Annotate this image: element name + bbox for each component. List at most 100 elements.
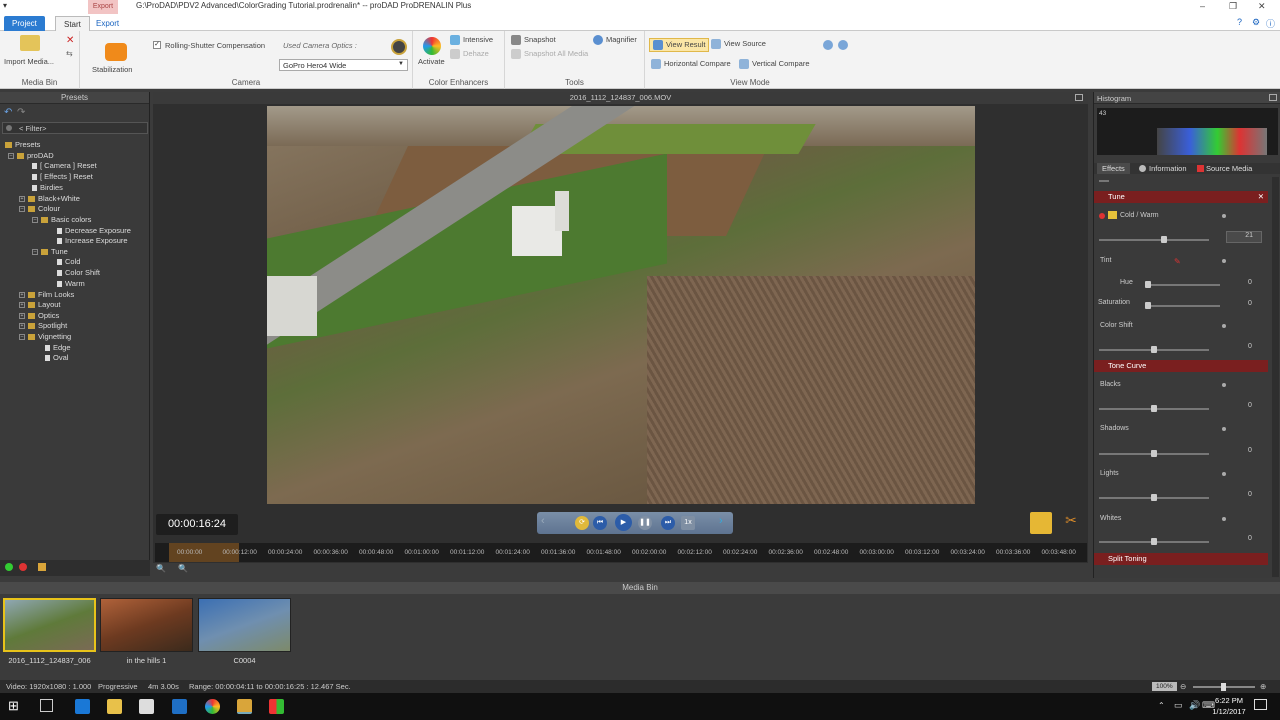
tree-item-layout[interactable]: + Layout	[19, 300, 61, 310]
zoom-in-icon[interactable]	[823, 40, 833, 50]
media-options-icon[interactable]: ⇆	[66, 49, 73, 58]
export-highlight-tab[interactable]: Export	[88, 0, 118, 14]
tree-item-basic-colors[interactable]: – Basic colors	[32, 215, 91, 225]
add-preset-icon[interactable]	[5, 563, 13, 571]
tab-export[interactable]: Export	[88, 16, 127, 31]
tree-item-spotlight[interactable]: + Spotlight	[19, 321, 67, 331]
cold-warm-knob[interactable]	[1161, 236, 1167, 243]
edge-icon[interactable]	[75, 699, 90, 714]
whites-slider[interactable]	[1099, 538, 1209, 545]
histogram-maximize-icon[interactable]	[1269, 94, 1277, 101]
tree-item-presets[interactable]: Presets	[5, 140, 40, 150]
tint-reset-icon[interactable]	[1222, 259, 1226, 263]
timeline-ruler[interactable]: 00:00:00 00:00:12:00 00:00:24:00 00:00:36:0…	[155, 543, 1087, 562]
view-result-button[interactable]: View Result	[649, 38, 710, 53]
whites-reset-icon[interactable]	[1222, 517, 1226, 521]
speed-button[interactable]: 1x	[681, 516, 695, 530]
taskbar-time[interactable]: 6:22 PM	[1210, 696, 1248, 705]
collapse-icon[interactable]: –	[32, 249, 38, 256]
tree-item-camera-reset[interactable]: [ Camera ] Reset	[32, 161, 97, 171]
network-icon[interactable]: ▭	[1174, 700, 1183, 711]
import-media-button[interactable]: Import Media...	[4, 57, 54, 66]
zoom-knob[interactable]	[1221, 683, 1226, 691]
video-frame[interactable]	[267, 106, 975, 504]
close-icon[interactable]: ✕	[1258, 1, 1266, 12]
blacks-knob[interactable]	[1151, 405, 1157, 412]
lights-reset-icon[interactable]	[1222, 472, 1226, 476]
folder-preset-icon[interactable]	[38, 563, 46, 571]
expand-icon[interactable]: +	[19, 292, 25, 299]
shadows-knob[interactable]	[1151, 450, 1157, 457]
tree-item-warm[interactable]: Warm	[57, 279, 85, 289]
horizontal-compare-button[interactable]: Horizontal Compare	[651, 59, 731, 70]
minimize-icon[interactable]: –	[1200, 1, 1205, 11]
skip-back-icon[interactable]: ⏮	[593, 516, 607, 530]
cold-warm-reset-icon[interactable]	[1222, 214, 1226, 218]
redo-icon[interactable]: ↷	[17, 107, 25, 118]
zoom-in-status-icon[interactable]: ⊕	[1260, 680, 1266, 693]
settings-icon[interactable]: ⚙	[1252, 17, 1260, 28]
tree-item-birdies[interactable]: Birdies	[32, 183, 63, 193]
maximize-icon[interactable]: ❐	[1229, 1, 1237, 12]
rolling-shutter-checkbox[interactable]: ✓	[153, 41, 161, 49]
saturation-slider[interactable]	[1145, 302, 1220, 309]
activate-button[interactable]: Activate	[418, 57, 445, 66]
shadows-reset-icon[interactable]	[1222, 427, 1226, 431]
activate-icon[interactable]	[423, 37, 441, 55]
filter-input[interactable]: < Filter>	[2, 122, 148, 134]
tree-item-prodad[interactable]: – proDAD	[8, 151, 54, 161]
stabilization-icon[interactable]	[105, 43, 127, 61]
task-view-icon[interactable]	[40, 699, 53, 712]
tree-item-optics[interactable]: + Optics	[19, 311, 59, 321]
tree-item-effects-reset[interactable]: [ Effects ] Reset	[32, 172, 93, 182]
close-section-icon[interactable]: ✕	[1258, 191, 1264, 203]
color-shift-reset-icon[interactable]	[1222, 324, 1226, 328]
expand-icon[interactable]: +	[19, 323, 25, 330]
zoom-slider[interactable]	[1193, 683, 1255, 691]
right-scrollbar[interactable]	[1272, 177, 1279, 577]
tree-item-tune[interactable]: – Tune	[32, 247, 68, 257]
color-shift-slider[interactable]	[1099, 346, 1209, 353]
intensive-button[interactable]: Intensive	[450, 35, 493, 46]
app-grid-icon[interactable]	[269, 699, 284, 714]
media-thumb-1[interactable]	[3, 598, 96, 652]
outlook-icon[interactable]	[172, 699, 187, 714]
shadows-slider[interactable]	[1099, 450, 1209, 457]
zoom-level[interactable]: 100%	[1152, 682, 1177, 691]
top-partial-slider[interactable]	[1099, 180, 1109, 182]
cold-warm-slider[interactable]	[1099, 236, 1209, 243]
taskbar-date[interactable]: 1/12/2017	[1206, 707, 1252, 716]
volume-icon[interactable]: 🔊	[1189, 700, 1200, 711]
expand-icon[interactable]: +	[19, 196, 25, 203]
tree-item-film-looks[interactable]: + Film Looks	[19, 290, 74, 300]
collapse-icon[interactable]: –	[19, 334, 25, 341]
tree-item-increase-exposure[interactable]: Increase Exposure	[57, 236, 128, 246]
tab-project[interactable]: Project	[4, 16, 45, 31]
tree-item-cold[interactable]: Cold	[57, 257, 80, 267]
tint-picker-icon[interactable]: ✎	[1174, 257, 1181, 266]
zoom-out-status-icon[interactable]: ⊖	[1180, 680, 1186, 693]
collapse-icon[interactable]: –	[32, 217, 38, 224]
media-thumb-3[interactable]	[198, 598, 291, 652]
maximize-preview-icon[interactable]	[1075, 94, 1083, 101]
trim-icon[interactable]: ✂	[1060, 512, 1082, 534]
tree-item-colour[interactable]: – Colour	[19, 204, 60, 214]
zoom-out-icon[interactable]	[838, 40, 848, 50]
camera-lens-icon[interactable]	[391, 39, 407, 55]
tab-effects[interactable]: Effects	[1097, 163, 1130, 174]
info-icon[interactable]: ⓘ	[1266, 17, 1275, 30]
file-explorer-icon[interactable]	[107, 699, 122, 714]
timeline-zoom-in-icon[interactable]: 🔍	[156, 564, 166, 573]
lights-knob[interactable]	[1151, 494, 1157, 501]
loop-icon[interactable]: ⟳	[575, 516, 589, 530]
camera-select[interactable]: GoPro Hero4 Wide ▼	[279, 59, 408, 71]
snapshot-button[interactable]: Snapshot	[511, 35, 556, 46]
collapse-icon[interactable]: –	[19, 206, 25, 213]
windows-start-icon[interactable]: ⊞	[8, 698, 19, 714]
tree-item-black-white[interactable]: + Black+White	[19, 194, 80, 204]
play-icon[interactable]: ▶	[615, 514, 632, 531]
tab-start[interactable]: Start	[55, 16, 90, 31]
split-toning-section-header[interactable]: Split Toning	[1094, 553, 1268, 565]
tree-item-oval[interactable]: Oval	[45, 353, 68, 363]
cold-warm-value[interactable]: 21	[1226, 231, 1262, 243]
